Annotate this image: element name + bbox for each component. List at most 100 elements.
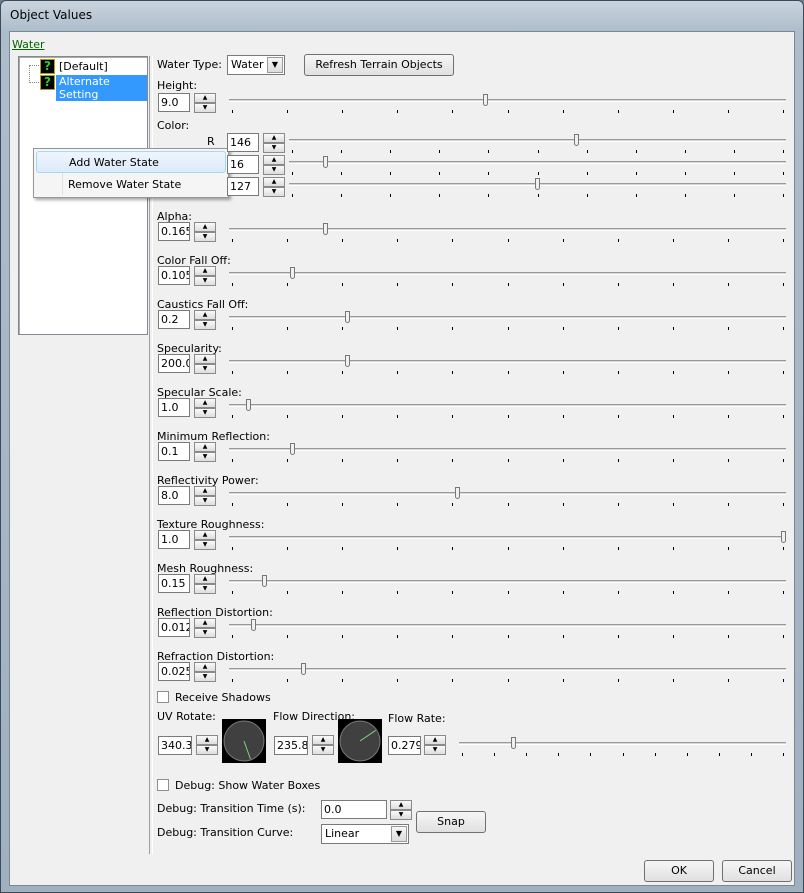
slider-thumb[interactable] <box>289 443 295 455</box>
uv-rotate-input[interactable]: 340.35 <box>158 736 192 755</box>
slider-tick <box>562 459 564 462</box>
slider-thumb[interactable] <box>245 399 251 411</box>
transition-time-spinner[interactable]: ▲ ▼ <box>390 800 412 820</box>
debug-water-boxes-checkbox[interactable] <box>157 779 169 791</box>
caustics-fall-off-spinner[interactable]: ▲ ▼ <box>194 310 216 330</box>
texture-roughness-input[interactable]: 1.0 <box>158 530 190 549</box>
color-channel-0-spinner[interactable]: ▲ ▼ <box>263 133 285 153</box>
caustics-fall-off-slider[interactable] <box>229 311 786 330</box>
flow-rate-input[interactable]: 0.279 <box>388 736 421 755</box>
specular-scale-input[interactable]: 1.0 <box>158 398 190 417</box>
slider-tick <box>727 239 729 242</box>
transition-curve-dropdown[interactable]: Linear ▼ <box>321 824 409 844</box>
specularity-input[interactable]: 200.0 <box>158 354 190 373</box>
slider-thumb[interactable] <box>455 487 461 499</box>
slider-tick <box>232 283 233 286</box>
refraction-distortion-slider[interactable] <box>229 663 786 682</box>
slider-tick <box>783 591 784 594</box>
transition-time-input[interactable]: 0.0 <box>321 800 387 819</box>
reflectivity-power-slider[interactable] <box>229 487 786 506</box>
flow-direction-dial[interactable] <box>338 719 382 763</box>
slider-thumb[interactable] <box>510 737 516 749</box>
color-channel-slider[interactable] <box>289 178 786 197</box>
height-input[interactable]: 9.0 <box>158 93 190 112</box>
object-link[interactable]: Water <box>12 38 45 51</box>
reflectivity-power-spinner[interactable]: ▲ ▼ <box>194 486 216 506</box>
texture-roughness-slider[interactable] <box>229 531 786 550</box>
slider-tick <box>672 283 674 286</box>
color-fall-off-spinner[interactable]: ▲ ▼ <box>194 266 216 286</box>
refraction-distortion-input[interactable]: 0.025 <box>158 662 190 681</box>
tree-context-menu: Add Water State Remove Water State <box>33 148 229 198</box>
uv-rotate-spinner[interactable]: ▲ ▼ <box>196 735 218 755</box>
specular-scale-slider[interactable] <box>229 399 786 418</box>
tree-item-alternate-setting[interactable]: Alternate Setting <box>56 75 147 101</box>
slider-thumb[interactable] <box>251 619 257 631</box>
slider-tick <box>684 172 686 175</box>
slider-tick <box>232 239 233 242</box>
texture-roughness-spinner[interactable]: ▲ ▼ <box>194 530 216 550</box>
slider-thumb[interactable] <box>289 267 295 279</box>
slider-thumb[interactable] <box>574 134 580 146</box>
menu-item-remove-water-state[interactable]: Remove Water State <box>36 174 226 196</box>
alpha-slider[interactable] <box>229 223 786 242</box>
color-channel-slider[interactable] <box>289 134 786 153</box>
reflection-distortion-input[interactable]: 0.012 <box>158 618 190 637</box>
slider-tick <box>462 753 463 756</box>
slider-thumb[interactable] <box>482 94 488 106</box>
menu-item-add-water-state[interactable]: Add Water State <box>36 151 226 173</box>
slider-tick <box>617 415 619 418</box>
minimum-reflection-spinner[interactable]: ▲ ▼ <box>194 442 216 462</box>
refraction-distortion-spinner[interactable]: ▲ ▼ <box>194 662 216 682</box>
color-channel-0-input[interactable]: 146 <box>227 133 259 152</box>
caustics-fall-off-input[interactable]: 0.2 <box>158 310 190 329</box>
alpha-input[interactable]: 0.165 <box>158 222 190 241</box>
slider-tick <box>672 239 674 242</box>
slider-thumb[interactable] <box>262 575 268 587</box>
minimum-reflection-slider[interactable] <box>229 443 786 462</box>
alpha-spinner[interactable]: ▲ ▼ <box>194 222 216 242</box>
slider-thumb[interactable] <box>781 531 786 543</box>
color-channel-2-spinner[interactable]: ▲ ▼ <box>263 177 285 197</box>
water-type-dropdown[interactable]: Water ▼ <box>227 55 285 75</box>
specular-scale-spinner[interactable]: ▲ ▼ <box>194 398 216 418</box>
color-channel-1-spinner[interactable]: ▲ ▼ <box>263 155 285 175</box>
refresh-terrain-objects-button[interactable]: Refresh Terrain Objects <box>304 54 454 76</box>
color-fall-off-slider[interactable] <box>229 267 786 286</box>
slider-thumb[interactable] <box>344 355 350 367</box>
slider-thumb[interactable] <box>535 178 540 190</box>
slider-tick <box>635 150 637 153</box>
uv-rotate-dial[interactable] <box>222 719 266 763</box>
snap-button[interactable]: Snap <box>416 811 486 833</box>
mesh-roughness-slider[interactable] <box>229 575 786 594</box>
reflectivity-power-input[interactable]: 8.0 <box>158 486 190 505</box>
flow-rate-spinner[interactable]: ▲ ▼ <box>424 735 446 755</box>
cancel-button[interactable]: Cancel <box>722 860 792 882</box>
color-channel-1-input[interactable]: 16 <box>227 155 259 174</box>
slider-thumb[interactable] <box>323 156 329 168</box>
slider-thumb[interactable] <box>322 223 328 235</box>
reflection-distortion-spinner[interactable]: ▲ ▼ <box>194 618 216 638</box>
flow-direction-spinner[interactable]: ▲ ▼ <box>312 735 334 755</box>
minimum-reflection-input[interactable]: 0.1 <box>158 442 190 461</box>
slider-tick <box>397 459 399 462</box>
mesh-roughness-spinner[interactable]: ▲ ▼ <box>194 574 216 594</box>
slider-tick <box>232 503 233 506</box>
specularity-spinner[interactable]: ▲ ▼ <box>194 354 216 374</box>
color-channel-slider[interactable] <box>289 156 786 175</box>
specularity-slider[interactable] <box>229 355 786 374</box>
reflection-distortion-slider[interactable] <box>229 619 786 638</box>
tree-item-default[interactable]: [Default] <box>59 60 108 73</box>
color-fall-off-input[interactable]: 0.105 <box>158 266 190 285</box>
slider-thumb[interactable] <box>300 663 306 675</box>
slider-thumb[interactable] <box>344 311 350 323</box>
height-spinner[interactable]: ▲ ▼ <box>194 93 216 113</box>
receive-shadows-checkbox[interactable] <box>157 691 169 703</box>
mesh-roughness-input[interactable]: 0.15 <box>158 574 190 593</box>
flow-rate-slider[interactable] <box>459 737 786 756</box>
ok-button[interactable]: OK <box>644 860 714 882</box>
height-slider[interactable] <box>229 94 786 113</box>
flow-direction-input[interactable]: 235.84 <box>274 736 308 755</box>
slider-tick <box>586 172 588 175</box>
color-channel-2-input[interactable]: 127 <box>227 177 259 196</box>
